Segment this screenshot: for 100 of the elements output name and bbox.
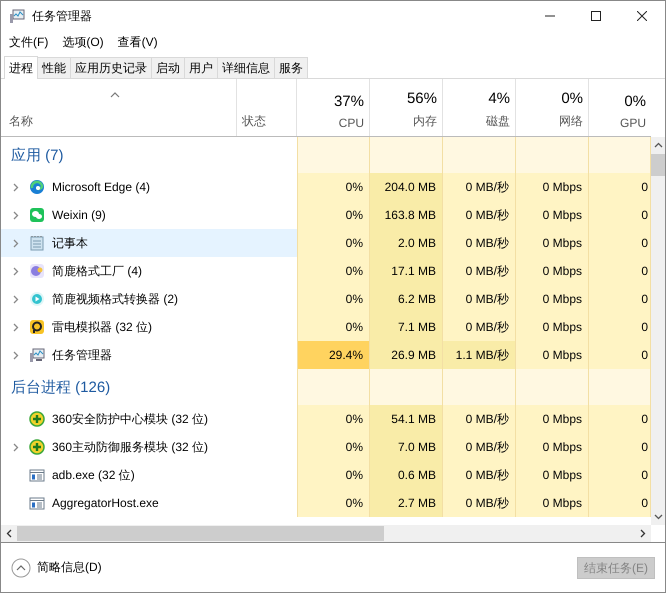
table-cell: 0 Mbps [516, 285, 589, 313]
close-icon[interactable] [637, 11, 647, 21]
process-row[interactable]: adb.exe (32 位) [1, 461, 297, 489]
tab[interactable]: 应用历史记录 [70, 57, 152, 78]
process-row[interactable]: 雷电模拟器 (32 位) [1, 313, 297, 341]
process-row[interactable]: 任务管理器 [1, 341, 297, 369]
table-cell [589, 137, 651, 173]
tab[interactable]: 详细信息 [217, 57, 275, 78]
table-cell: 0 MB/秒 [443, 285, 516, 313]
table-cell: 0 MB/秒 [443, 257, 516, 285]
vertical-scrollbar[interactable] [651, 137, 665, 525]
process-row[interactable]: Weixin (9) [1, 201, 297, 229]
process-name: 简鹿格式工厂 (4) [52, 262, 142, 280]
table-cell: 0 Mbps [516, 173, 589, 201]
group-title: 应用 (7) [11, 146, 64, 164]
process-name: Microsoft Edge (4) [52, 180, 150, 194]
table-cell: 0 Mbps [516, 341, 589, 369]
tab[interactable]: 用户 [184, 57, 218, 78]
scroll-left-icon[interactable] [6, 529, 12, 538]
tab[interactable]: 进程 [4, 56, 38, 79]
tab[interactable]: 服务 [274, 57, 308, 78]
process-row[interactable]: 360安全防护中心模块 (32 位) [1, 405, 297, 433]
maximize-icon[interactable] [591, 11, 601, 21]
table-cell: 0 [589, 405, 651, 433]
table-cell: 0 [589, 433, 651, 461]
table-cell: 0 MB/秒 [443, 229, 516, 257]
table-cell: 6.2 MB [370, 285, 443, 313]
table-cell: 0% [297, 489, 370, 517]
menu-item[interactable]: 选项(O) [62, 34, 104, 50]
table-cell: 0 Mbps [516, 313, 589, 341]
chevron-icon[interactable] [13, 266, 19, 276]
table-cell: 0 [589, 313, 651, 341]
group-title: 后台进程 (126) [11, 378, 110, 396]
table-cell: 0 [589, 489, 651, 517]
menu-item[interactable]: 文件(F) [9, 34, 48, 50]
table-cell: 0 MB/秒 [443, 433, 516, 461]
table-cell: 17.1 MB [370, 257, 443, 285]
fewer-details-link[interactable]: 简略信息(D) [37, 559, 102, 576]
table-cell: 0 [589, 173, 651, 201]
scroll-down-icon[interactable] [654, 514, 662, 520]
table-cell: 2.7 MB [370, 489, 443, 517]
process-name: Weixin (9) [52, 208, 106, 222]
tab[interactable]: 启动 [151, 57, 185, 78]
column-header[interactable]: 4% 磁盘 [443, 79, 516, 136]
column-header[interactable]: 0% GPU [589, 79, 651, 136]
table-cell: 0 Mbps [516, 201, 589, 229]
table-cell: 0% [297, 201, 370, 229]
process-row[interactable]: AggregatorHost.exe [1, 489, 297, 517]
process-row[interactable]: Microsoft Edge (4) [1, 173, 297, 201]
table-cell: 0 MB/秒 [443, 173, 516, 201]
play-icon [29, 291, 45, 307]
column-header[interactable]: 名称 [9, 113, 231, 130]
process-name: 雷电模拟器 (32 位) [52, 318, 152, 336]
table-cell: 0 [589, 257, 651, 285]
collapse-icon[interactable] [11, 558, 31, 578]
scroll-right-icon[interactable] [640, 529, 646, 538]
column-header[interactable]: 状态 [237, 79, 297, 136]
table-cell: 7.1 MB [370, 313, 443, 341]
column-header[interactable]: 0% 网络 [516, 79, 589, 136]
table-cell: 0% [297, 433, 370, 461]
table-cell: 0 [589, 461, 651, 489]
table-cell: 0 [589, 285, 651, 313]
chat-bubbles-icon [29, 207, 45, 223]
tab[interactable]: 性能 [37, 57, 71, 78]
chevron-icon[interactable] [13, 238, 19, 248]
table-cell: 0 [589, 229, 651, 257]
process-name: 记事本 [52, 234, 88, 252]
column-header[interactable]: 56% 内存 [370, 79, 443, 136]
table-cell: 1.1 MB/秒 [443, 341, 516, 369]
chevron-icon[interactable] [13, 294, 19, 304]
table-cell: 0% [297, 313, 370, 341]
app-icon [29, 263, 45, 279]
process-name: 简鹿视频格式转换器 (2) [52, 290, 178, 308]
scroll-thumb[interactable] [17, 526, 384, 541]
process-row[interactable]: 简鹿视频格式转换器 (2) [1, 285, 297, 313]
menu-item[interactable]: 查看(V) [118, 34, 158, 50]
horizontal-scrollbar[interactable] [1, 525, 651, 542]
chevron-icon[interactable] [13, 442, 19, 452]
column-header[interactable]: 37% CPU [297, 79, 370, 136]
chevron-icon[interactable] [13, 350, 19, 360]
monitor-icon [9, 8, 25, 24]
process-name: 360主动防御服务模块 (32 位) [52, 438, 208, 456]
table-cell: 0 Mbps [516, 489, 589, 517]
table-cell: 0 Mbps [516, 229, 589, 257]
window-icon [29, 467, 45, 483]
process-row[interactable]: 记事本 [1, 229, 297, 257]
chevron-icon[interactable] [13, 322, 19, 332]
process-row[interactable]: 360主动防御服务模块 (32 位) [1, 433, 297, 461]
plus-icon [29, 411, 45, 427]
table-cell: 0% [297, 257, 370, 285]
process-row[interactable]: 简鹿格式工厂 (4) [1, 257, 297, 285]
chevron-icon[interactable] [13, 210, 19, 220]
scroll-thumb[interactable] [651, 154, 665, 176]
scroll-up-icon[interactable] [654, 142, 662, 148]
table-cell: 54.1 MB [370, 405, 443, 433]
plus-icon [29, 439, 45, 455]
table-cell: 0 MB/秒 [443, 405, 516, 433]
table-cell: 26.9 MB [370, 341, 443, 369]
table-cell: 0 MB/秒 [443, 489, 516, 517]
chevron-icon[interactable] [13, 182, 19, 192]
